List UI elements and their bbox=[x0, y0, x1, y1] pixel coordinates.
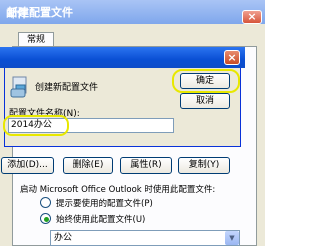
remove-button[interactable]: 删除(E) bbox=[63, 157, 113, 174]
copy-button[interactable]: 复制(Y) bbox=[178, 157, 230, 174]
profile-select[interactable]: 办公 bbox=[50, 230, 240, 246]
new-profile-close-icon[interactable]: × bbox=[224, 50, 240, 65]
always-use-profile-radio[interactable] bbox=[40, 213, 51, 224]
input-highlight bbox=[3, 115, 69, 136]
chevron-down-icon[interactable]: ▼ bbox=[225, 231, 239, 245]
prompt-profile-radio[interactable] bbox=[40, 197, 51, 208]
profile-icon bbox=[10, 76, 27, 98]
startup-profile-label: 启动 Microsoft Office Outlook 时使用此配置文件: bbox=[20, 185, 216, 195]
always-use-profile-label: 始终使用此配置文件(U) bbox=[56, 215, 146, 225]
radio-selected-dot bbox=[44, 217, 49, 222]
properties-button[interactable]: 属性(R) bbox=[120, 157, 172, 174]
mail-dialog-close-icon[interactable]: × bbox=[242, 10, 262, 24]
new-profile-titlebar[interactable] bbox=[0, 47, 245, 68]
create-profile-text: 创建新配置文件 bbox=[35, 83, 99, 93]
new-profile-title: 新建配置文件 bbox=[7, 6, 73, 19]
prompt-profile-label: 提示要使用的配置文件(P) bbox=[56, 199, 153, 209]
tab-general[interactable]: 常规 bbox=[18, 32, 54, 47]
cancel-button[interactable]: 取消 bbox=[180, 93, 230, 109]
ok-highlight bbox=[172, 69, 240, 93]
add-button[interactable]: 添加(D)... bbox=[1, 157, 54, 174]
